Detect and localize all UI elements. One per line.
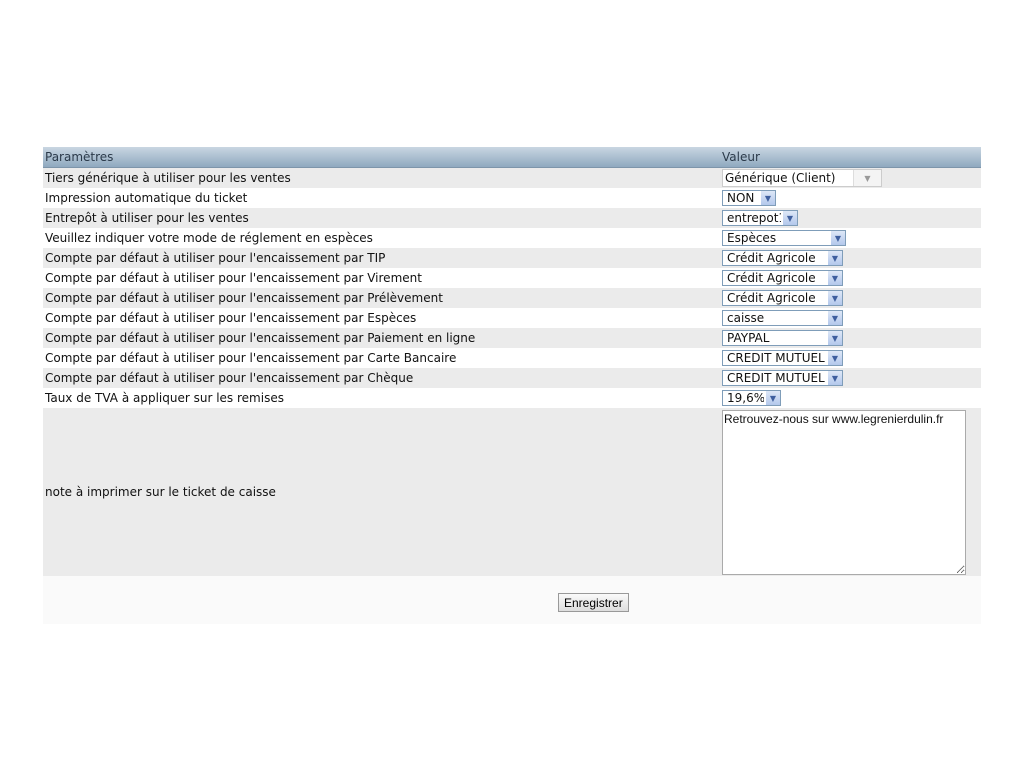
compte-especes-select[interactable]: caisse ▼ <box>722 310 843 326</box>
select-value: PAYPAL <box>727 331 770 345</box>
select-value: entrepot1 <box>727 211 781 225</box>
chevron-down-icon: ▼ <box>828 291 842 305</box>
save-button[interactable]: Enregistrer <box>558 593 629 612</box>
compte-carte-select[interactable]: CREDIT MUTUEL ▼ <box>722 350 843 366</box>
select-value: CREDIT MUTUEL <box>727 351 825 365</box>
table-row: Compte par défaut à utiliser pour l'enca… <box>43 328 981 348</box>
note-textarea[interactable]: Retrouvez-nous sur www.legrenierdulin.fr <box>722 409 966 575</box>
row-label: Tiers générique à utiliser pour les vent… <box>45 171 291 185</box>
chevron-down-icon: ▼ <box>828 351 842 365</box>
select-value: NON <box>727 191 755 205</box>
header-valeur: Valeur <box>722 150 760 164</box>
chevron-down-icon: ▼ <box>783 211 797 225</box>
form-footer: Enregistrer <box>43 576 981 624</box>
row-label: Compte par défaut à utiliser pour l'enca… <box>45 311 417 325</box>
tva-select[interactable]: 19,6% ▼ <box>722 390 781 406</box>
header-parametres: Paramètres <box>45 150 114 164</box>
table-header: Paramètres Valeur <box>43 147 981 168</box>
row-label: Veuillez indiquer votre mode de réglemen… <box>45 231 373 245</box>
chevron-down-icon: ▼ <box>831 231 845 245</box>
select-value: Espèces <box>727 231 777 245</box>
row-label: Entrepôt à utiliser pour les ventes <box>45 211 249 225</box>
table-row: Compte par défaut à utiliser pour l'enca… <box>43 248 981 268</box>
compte-tip-select[interactable]: Crédit Agricole ▼ <box>722 250 843 266</box>
select-value: Crédit Agricole <box>727 251 816 265</box>
select-value: CREDIT MUTUEL <box>727 371 825 385</box>
table-row: Compte par défaut à utiliser pour l'enca… <box>43 368 981 388</box>
chevron-down-icon: ▼ <box>828 271 842 285</box>
row-label: Taux de TVA à appliquer sur les remises <box>45 391 284 405</box>
row-label: Impression automatique du ticket <box>45 191 248 205</box>
settings-table: Paramètres Valeur Tiers générique à util… <box>43 147 981 577</box>
chevron-down-icon[interactable]: ▼ <box>854 170 881 186</box>
table-row: Compte par défaut à utiliser pour l'enca… <box>43 308 981 328</box>
table-row: Compte par défaut à utiliser pour l'enca… <box>43 348 981 368</box>
select-value: Crédit Agricole <box>727 271 816 285</box>
chevron-down-icon: ▼ <box>828 311 842 325</box>
combo-value: Générique (Client) <box>723 170 854 186</box>
table-row: Compte par défaut à utiliser pour l'enca… <box>43 288 981 308</box>
table-row: Taux de TVA à appliquer sur les remises 1… <box>43 388 981 408</box>
chevron-down-icon: ▼ <box>828 331 842 345</box>
mode-reglement-select[interactable]: Espèces ▼ <box>722 230 846 246</box>
row-label: Compte par défaut à utiliser pour l'enca… <box>45 271 422 285</box>
table-row: Veuillez indiquer votre mode de réglemen… <box>43 228 981 248</box>
row-label: Compte par défaut à utiliser pour l'enca… <box>45 331 476 345</box>
row-label: note à imprimer sur le ticket de caisse <box>45 485 276 499</box>
compte-virement-select[interactable]: Crédit Agricole ▼ <box>722 270 843 286</box>
chevron-down-icon: ▼ <box>761 191 775 205</box>
tiers-combobox[interactable]: Générique (Client) ▼ <box>722 169 882 187</box>
table-row: Compte par défaut à utiliser pour l'enca… <box>43 268 981 288</box>
table-row: Entrepôt à utiliser pour les ventes entre… <box>43 208 981 228</box>
compte-prelevement-select[interactable]: Crédit Agricole ▼ <box>722 290 843 306</box>
select-value: 19,6% <box>727 391 764 405</box>
select-value: Crédit Agricole <box>727 291 816 305</box>
chevron-down-icon: ▼ <box>766 391 780 405</box>
table-row: Tiers générique à utiliser pour les vent… <box>43 168 981 188</box>
impression-select[interactable]: NON ▼ <box>722 190 776 206</box>
entrepot-select[interactable]: entrepot1 ▼ <box>722 210 798 226</box>
compte-paiement-ligne-select[interactable]: PAYPAL ▼ <box>722 330 843 346</box>
table-row: Impression automatique du ticket NON ▼ <box>43 188 981 208</box>
select-value: caisse <box>727 311 765 325</box>
row-label: Compte par défaut à utiliser pour l'enca… <box>45 251 386 265</box>
chevron-down-icon: ▼ <box>828 371 842 385</box>
row-label: Compte par défaut à utiliser pour l'enca… <box>45 351 457 365</box>
chevron-down-icon: ▼ <box>828 251 842 265</box>
table-row: note à imprimer sur le ticket de caisse R… <box>43 408 981 577</box>
row-label: Compte par défaut à utiliser pour l'enca… <box>45 291 443 305</box>
compte-cheque-select[interactable]: CREDIT MUTUEL ▼ <box>722 370 843 386</box>
row-label: Compte par défaut à utiliser pour l'enca… <box>45 371 414 385</box>
